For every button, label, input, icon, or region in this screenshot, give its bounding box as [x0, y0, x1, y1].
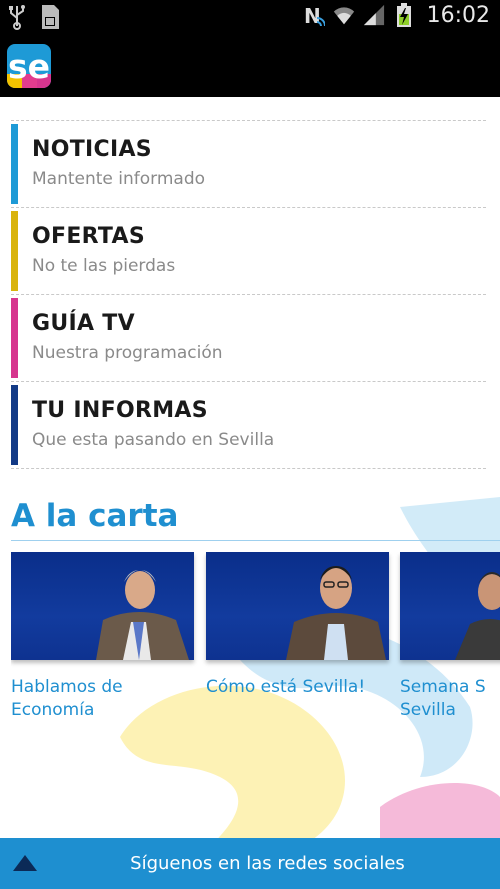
logo-text: se [8, 47, 50, 86]
clock: 16:02 [426, 2, 490, 28]
section-divider [11, 540, 500, 541]
menu-item-color-bar [11, 211, 18, 291]
wifi-icon [333, 2, 355, 28]
video-thumbnail[interactable] [206, 552, 389, 660]
menu-item-title: OFERTAS [32, 224, 145, 249]
status-bar: N 16:02 [0, 0, 500, 36]
usb-icon [6, 4, 28, 30]
menu-item-title: GUÍA TV [32, 311, 135, 336]
menu-item-color-bar [11, 385, 18, 465]
menu-item-title: NOTICIAS [32, 137, 152, 162]
video-thumbnail[interactable] [400, 552, 500, 660]
presenter-image [286, 566, 386, 660]
menu-item-subtitle: No te las pierdas [32, 256, 176, 276]
video-caption-line1: Semana S [400, 677, 486, 697]
menu-item-subtitle: Que esta pasando en Sevilla [32, 430, 275, 450]
menu-item-tu-informas[interactable]: TU INFORMAS Que esta pasando en Sevilla [11, 381, 486, 469]
video-caption-line2: Sevilla [400, 700, 456, 720]
menu-item-title: TU INFORMAS [32, 398, 208, 423]
menu-item-color-bar [11, 124, 18, 204]
main-menu: NOTICIAS Mantente informado OFERTAS No t… [11, 120, 486, 469]
svg-text:N: N [304, 4, 321, 28]
menu-item-color-bar [11, 298, 18, 378]
video-card[interactable]: Cómo está Sevilla! [206, 552, 389, 699]
social-footer-bar[interactable]: Síguenos en las redes sociales [0, 838, 500, 889]
nfc-icon: N [303, 2, 325, 28]
video-caption-line1: Hablamos de [11, 677, 123, 697]
video-caption-line1: Cómo está Sevilla! [206, 677, 366, 697]
sd-card-icon [38, 4, 60, 30]
video-card[interactable]: Semana S Sevilla [400, 552, 500, 722]
video-caption-line2: Economía [11, 700, 95, 720]
video-thumbnail[interactable] [11, 552, 194, 660]
menu-item-noticias[interactable]: NOTICIAS Mantente informado [11, 120, 486, 207]
social-footer-label: Síguenos en las redes sociales [130, 853, 405, 874]
video-card[interactable]: Hablamos de Economía [11, 552, 194, 722]
main-content[interactable]: NOTICIAS Mantente informado OFERTAS No t… [0, 97, 500, 838]
app-logo[interactable]: se [7, 44, 51, 88]
presenter-image [96, 570, 189, 660]
presenter-image [455, 572, 500, 660]
section-title-a-la-carta: A la carta [11, 498, 179, 534]
signal-icon [363, 2, 385, 28]
menu-item-subtitle: Mantente informado [32, 169, 206, 189]
battery-charging-icon [393, 2, 415, 28]
menu-item-ofertas[interactable]: OFERTAS No te las pierdas [11, 207, 486, 294]
menu-item-guia-tv[interactable]: GUÍA TV Nuestra programación [11, 294, 486, 381]
menu-item-subtitle: Nuestra programación [32, 343, 223, 363]
action-bar: se [0, 36, 500, 97]
video-carousel[interactable]: Hablamos de Economía Cómo está Sevilla! [11, 552, 500, 732]
